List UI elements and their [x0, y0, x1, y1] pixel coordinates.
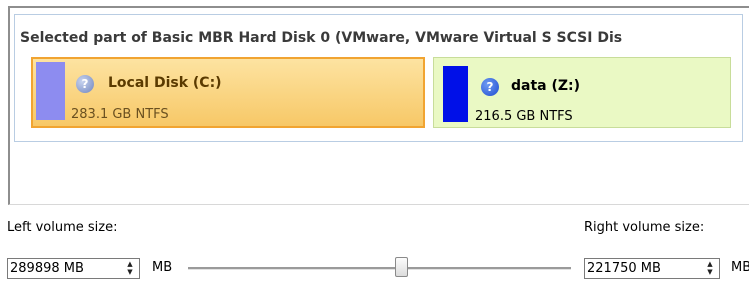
help-icon: ?: [76, 75, 94, 93]
right-volume-size-spinbox[interactable]: ▲ ▼: [584, 258, 720, 279]
left-volume-size-label: Left volume size:: [7, 220, 118, 235]
spin-up-icon[interactable]: ▲: [122, 260, 138, 269]
spin-down-icon[interactable]: ▼: [702, 269, 718, 278]
partition-usage-bar: [36, 62, 65, 120]
left-volume-size-input[interactable]: [10, 260, 105, 277]
volume-split-slider-track[interactable]: [188, 267, 571, 270]
spin-buttons[interactable]: ▲ ▼: [702, 260, 718, 277]
left-volume-size-spinbox[interactable]: ▲ ▼: [7, 258, 140, 279]
partition-size: 283.1 GB NTFS: [71, 107, 169, 122]
spin-buttons[interactable]: ▲ ▼: [122, 260, 138, 277]
right-unit-label: MB: [731, 260, 749, 275]
partition-usage-bar: [443, 66, 468, 122]
spin-down-icon[interactable]: ▼: [122, 269, 138, 278]
help-icon: ?: [481, 78, 499, 96]
left-unit-label: MB: [152, 260, 173, 275]
right-volume-size-input[interactable]: [587, 260, 682, 277]
right-volume-size-label: Right volume size:: [584, 220, 705, 235]
partition-name: Local Disk (C:): [108, 75, 222, 91]
volume-split-slider-thumb[interactable]: [394, 257, 408, 277]
partition-local-disk-c[interactable]: ? Local Disk (C:) 283.1 GB NTFS: [31, 57, 425, 128]
spin-up-icon[interactable]: ▲: [702, 260, 718, 269]
disk-title: Selected part of Basic MBR Hard Disk 0 (…: [20, 30, 623, 46]
partition-name: data (Z:): [511, 78, 581, 94]
partition-size: 216.5 GB NTFS: [475, 109, 573, 124]
partition-data-z[interactable]: ? data (Z:) 216.5 GB NTFS: [433, 57, 731, 128]
